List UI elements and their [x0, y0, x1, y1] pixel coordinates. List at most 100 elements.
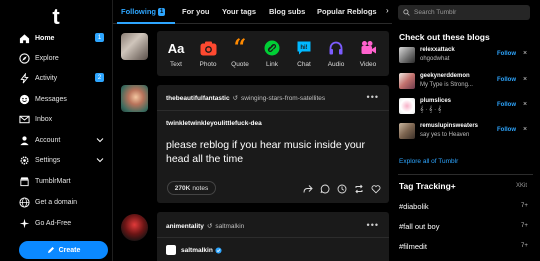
sidebar-item-settings[interactable]: Settings	[18, 151, 106, 169]
sidebar-item-ad-free[interactable]: Go Ad-Free	[18, 214, 106, 232]
create-button[interactable]: Create	[19, 241, 108, 259]
tracked-tag-item[interactable]: #fall out boy 7+	[399, 222, 531, 234]
compose-text-button[interactable]: Aa Text	[164, 39, 188, 69]
post-menu-button[interactable]: •••	[367, 220, 379, 230]
blog-avatar[interactable]	[399, 98, 415, 114]
dismiss-icon[interactable]: ×	[523, 126, 527, 133]
sidebar-item-messages[interactable]: Messages	[18, 90, 106, 108]
globe-icon	[18, 196, 30, 208]
sidebar-item-inbox[interactable]: Inbox	[18, 110, 106, 128]
blog-name[interactable]: remuslupinsweaters	[420, 123, 478, 129]
blog-name[interactable]: geekynerddemon	[420, 73, 470, 79]
blog-avatar[interactable]	[399, 47, 415, 63]
dismiss-icon[interactable]: ×	[523, 76, 527, 83]
verified-badge-icon	[215, 246, 222, 254]
tracked-tag-item[interactable]: #filmedit 7+	[399, 242, 531, 254]
post-blog-name[interactable]: thebeautifulfantastic	[166, 95, 230, 102]
tab-blog-subs[interactable]: Blog subs	[269, 7, 305, 16]
sidebar-item-label: Explore	[35, 54, 59, 62]
sidebar-item-label: Home	[35, 34, 55, 42]
dismiss-icon[interactable]: ×	[523, 101, 527, 108]
reblogged-from-name[interactable]: swinging-stars-from-satellites	[241, 95, 325, 102]
compose-video-button[interactable]: Video	[356, 39, 380, 68]
compose-link-button[interactable]: Link	[260, 39, 284, 68]
post-author-avatar[interactable]	[121, 214, 148, 241]
store-icon	[18, 175, 30, 187]
blog-name[interactable]: plumslices	[420, 98, 451, 104]
compose-photo-button[interactable]: Photo	[196, 39, 220, 68]
left-sidebar: t Home 1 Explore Activity 2 Messages Inb…	[0, 0, 113, 261]
explore-all-link[interactable]: Explore all of Tumblr	[399, 158, 458, 165]
source-blog-name[interactable]: saltmalkin	[181, 247, 213, 254]
post-divider	[157, 237, 389, 238]
follow-button[interactable]: Follow	[497, 127, 516, 133]
lightning-icon	[18, 72, 30, 84]
activity-badge: 2	[95, 73, 104, 82]
reblog-icon[interactable]	[354, 184, 364, 194]
quote-icon: “	[233, 35, 247, 61]
blog-description: 𝄞 · 𝄞 · 𝄞	[420, 107, 442, 113]
notes-count-button[interactable]: 270K notes	[167, 181, 216, 195]
tab-popular-reblogs[interactable]: Popular Reblogs	[317, 7, 377, 16]
recommended-blog-item: relexxattack ohgodwhat Follow ×	[399, 45, 531, 65]
sidebar-item-tumblrmart[interactable]: TumblrMart	[18, 172, 106, 190]
tag-count: 7+	[521, 223, 528, 229]
svg-text:hi!: hi!	[300, 45, 307, 51]
blog-description: My Type is Strong...	[420, 82, 473, 88]
camera-icon	[199, 39, 217, 57]
blog-description: ohgodwhat	[420, 56, 450, 62]
tabs-next-arrow[interactable]: ›	[386, 6, 389, 15]
sidebar-item-explore[interactable]: Explore	[18, 49, 106, 67]
user-avatar[interactable]	[121, 33, 148, 60]
sparkle-icon	[18, 217, 30, 229]
queue-clock-icon[interactable]	[337, 184, 347, 194]
tab-your-tags[interactable]: Your tags	[222, 7, 256, 16]
post-menu-button[interactable]: •••	[367, 92, 379, 102]
source-blog-name[interactable]: twinkletwinkleyoulittlefuck-dea	[166, 120, 262, 127]
own-avatar-wrap	[121, 33, 148, 60]
follow-button[interactable]: Follow	[497, 51, 516, 57]
sidebar-item-home[interactable]: Home 1	[18, 29, 106, 47]
blog-avatar[interactable]	[399, 73, 415, 89]
source-blog-avatar[interactable]	[166, 245, 176, 255]
blog-description: say yes to Heaven	[420, 132, 470, 138]
chevron-down-icon	[96, 138, 104, 143]
pencil-icon	[47, 247, 54, 253]
sidebar-item-activity[interactable]: Activity 2	[18, 69, 106, 87]
following-badge: 1	[158, 8, 166, 16]
sidebar-item-label: Inbox	[35, 115, 53, 123]
post-blog-name[interactable]: animentality	[166, 223, 204, 230]
compose-chat-button[interactable]: hi! Chat	[292, 39, 316, 68]
compose-audio-button[interactable]: Audio	[324, 39, 348, 68]
reblogged-from-name[interactable]: saltmalkin	[215, 223, 244, 230]
post-actions	[296, 184, 381, 194]
follow-button[interactable]: Follow	[497, 77, 516, 83]
sidebar-item-get-domain[interactable]: Get a domain	[18, 193, 106, 211]
gear-icon	[18, 154, 30, 166]
text-icon: Aa	[167, 40, 185, 56]
tumblr-logo[interactable]: t	[52, 4, 59, 30]
share-icon[interactable]	[303, 184, 313, 194]
like-heart-icon[interactable]	[371, 184, 381, 194]
headphones-icon	[327, 39, 345, 57]
tab-for-you[interactable]: For you	[182, 7, 210, 16]
search-input[interactable]	[414, 9, 524, 16]
tracked-tag-item[interactable]: #diabolik 7+	[399, 202, 531, 214]
home-badge: 1	[95, 33, 104, 42]
recommended-blog-item: geekynerddemon My Type is Strong... Foll…	[399, 71, 531, 91]
post-author-avatar[interactable]	[121, 85, 148, 112]
compose-quote-button[interactable]: “ Quote	[228, 35, 252, 68]
sidebar-item-account[interactable]: Account	[18, 131, 106, 149]
search-bar	[398, 5, 530, 20]
tag-count: 7+	[521, 243, 528, 249]
tab-following[interactable]: Following 1	[121, 7, 166, 16]
reply-icon[interactable]	[320, 184, 330, 194]
tag-count: 7+	[521, 203, 528, 209]
follow-button[interactable]: Follow	[497, 102, 516, 108]
dismiss-icon[interactable]: ×	[523, 50, 527, 57]
blog-name[interactable]: relexxattack	[420, 47, 455, 53]
post2-avatar-wrap	[121, 214, 148, 241]
blog-avatar[interactable]	[399, 123, 415, 139]
chevron-down-icon	[96, 158, 104, 163]
person-icon	[18, 134, 30, 146]
